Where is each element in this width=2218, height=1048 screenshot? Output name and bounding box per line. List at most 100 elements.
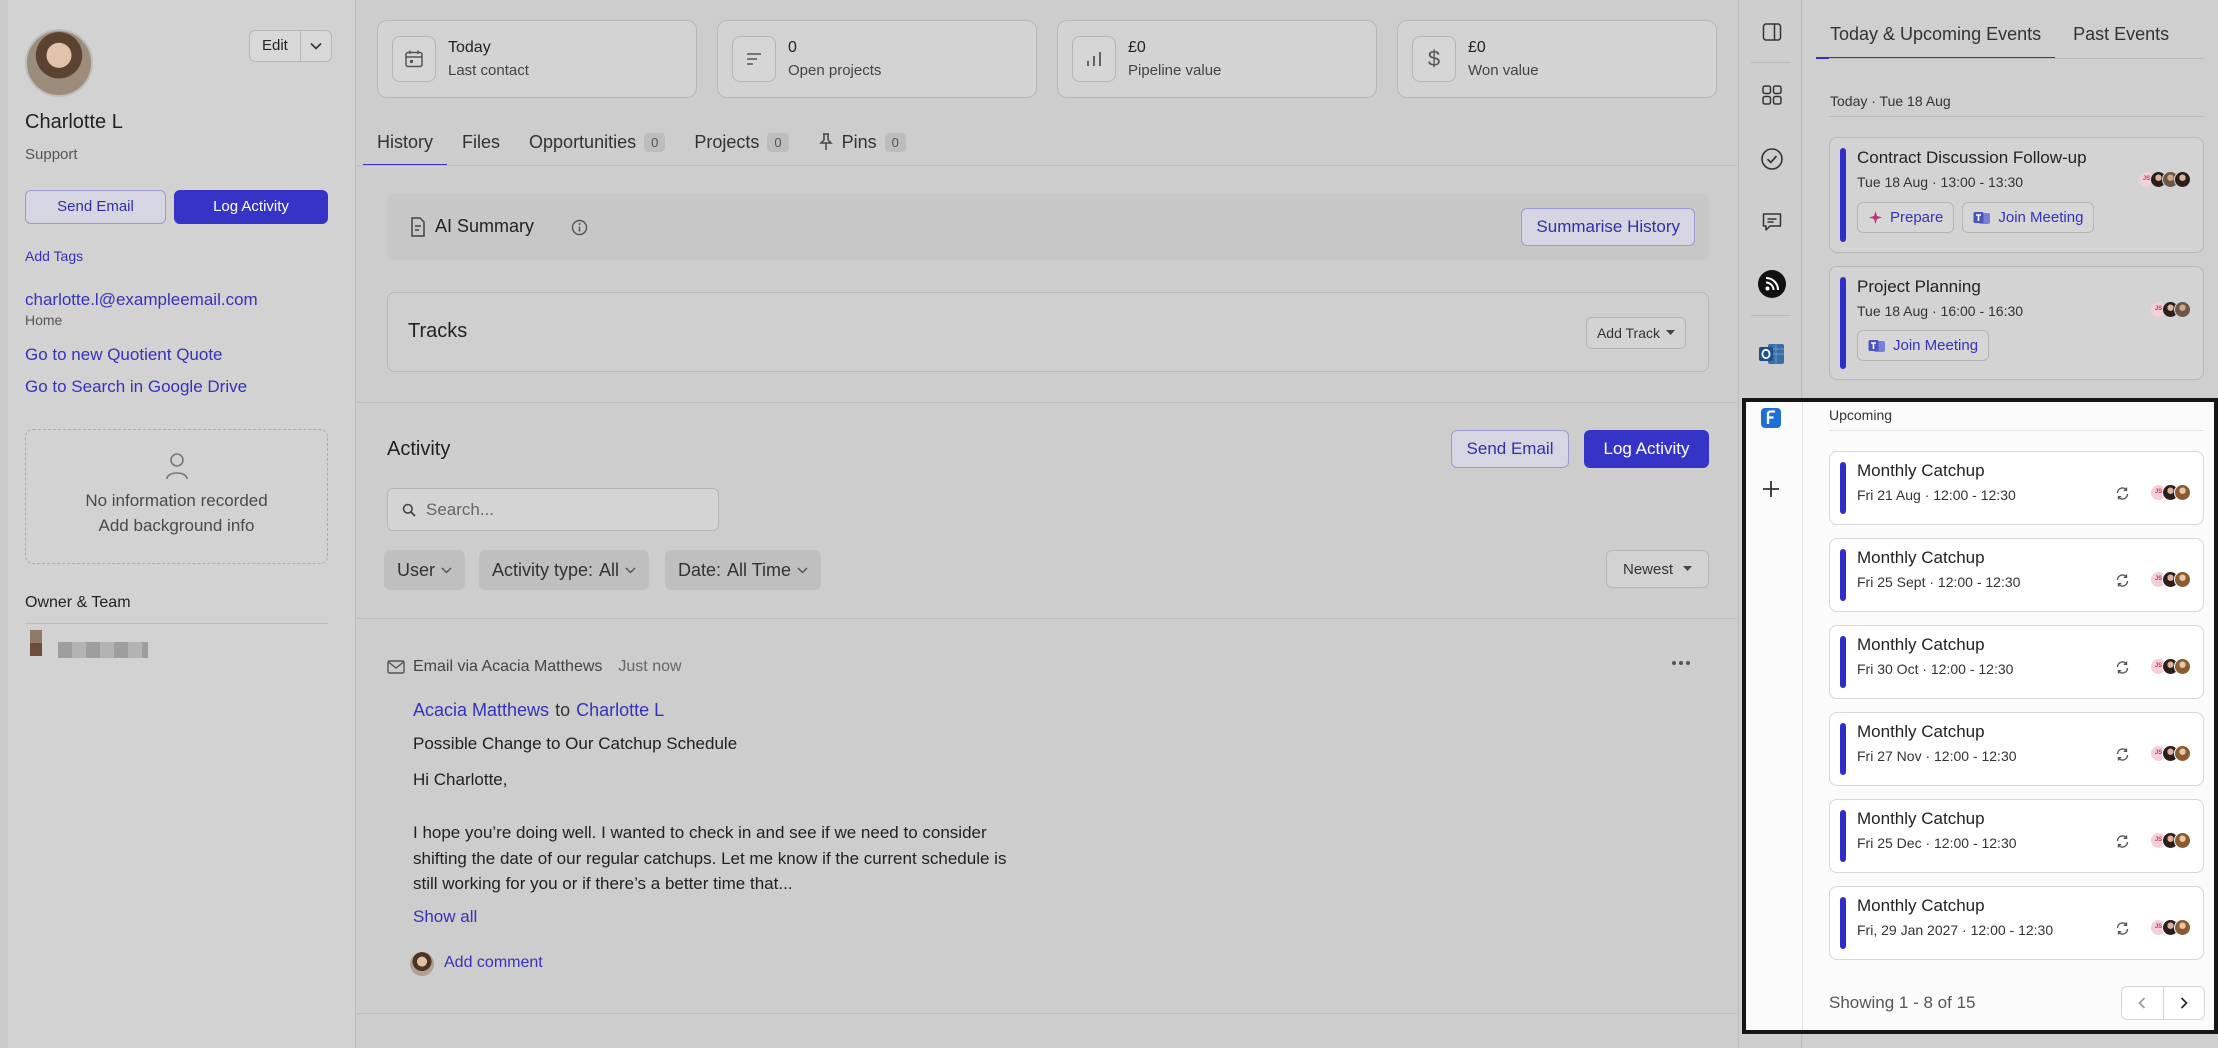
join-meeting-button[interactable]: Join Meeting: [1962, 202, 2095, 233]
sender-link[interactable]: Acacia Matthews: [413, 700, 549, 721]
upcoming-event-card[interactable]: Monthly Catchup Fri 30 Oct · 12:00 - 12:…: [1829, 625, 2204, 699]
date-filter[interactable]: Date: All Time: [665, 550, 822, 590]
divider: [357, 1013, 1737, 1014]
recurring-icon: [2116, 922, 2129, 935]
tab-history[interactable]: History: [362, 118, 448, 166]
apps-button[interactable]: [1758, 81, 1786, 109]
edit-menu-button[interactable]: [301, 31, 331, 61]
contact-email-link[interactable]: charlotte.l@exampleemail.com: [25, 290, 258, 310]
upcoming-event-card[interactable]: Monthly Catchup Fri 25 Sept · 12:00 - 12…: [1829, 538, 2204, 612]
activity-type-filter[interactable]: Activity type: All: [479, 550, 650, 590]
search-input[interactable]: [426, 497, 706, 523]
check-circle-icon: [1761, 148, 1783, 170]
filter-value: All Time: [727, 559, 792, 580]
log-activity-button[interactable]: Log Activity: [174, 190, 328, 224]
tab-projects[interactable]: Projects 0: [694, 118, 789, 166]
stat-value: £0: [1468, 39, 1486, 56]
list-icon: [747, 53, 761, 65]
quotient-quote-link[interactable]: Go to new Quotient Quote: [25, 345, 223, 365]
attendee-avatar: [2174, 171, 2191, 188]
upcoming-event-card[interactable]: Monthly Catchup Fri 27 Nov · 12:00 - 12:…: [1829, 712, 2204, 786]
tab-label: Opportunities: [529, 131, 637, 152]
join-meeting-button[interactable]: Join Meeting: [1857, 330, 1990, 361]
attendee-avatar: [2174, 832, 2191, 849]
tracks-panel: Tracks Add Track: [387, 292, 1709, 372]
tab-past-events[interactable]: Past Events: [2073, 24, 2169, 58]
event-card[interactable]: Contract Discussion Follow-up Tue 18 Aug…: [1829, 137, 2204, 253]
contact-profile-panel: Edit Charlotte L Support Send Email Log …: [8, 0, 356, 1048]
pagination-controls: [2121, 986, 2205, 1020]
next-page-button[interactable]: [2164, 987, 2205, 1019]
event-card[interactable]: Project Planning Tue 18 Aug · 16:00 - 16…: [1829, 266, 2204, 380]
owner-team-heading: Owner & Team: [25, 594, 131, 611]
stat-value: £0: [1128, 39, 1146, 56]
previous-page-button[interactable]: [2122, 987, 2164, 1019]
attendee-avatars: JS: [2150, 301, 2191, 318]
add-comment-link[interactable]: Add comment: [444, 954, 543, 972]
feed-button[interactable]: [1758, 270, 1786, 298]
tab-today-upcoming[interactable]: Today & Upcoming Events: [1815, 24, 2056, 59]
filter-label: Activity type:: [492, 559, 594, 580]
sort-dropdown[interactable]: Newest: [1606, 550, 1709, 588]
to-word: to: [555, 700, 571, 720]
divider: [25, 623, 328, 624]
chat-button[interactable]: [1758, 208, 1786, 236]
add-integration-button[interactable]: [1757, 475, 1785, 503]
event-time: Tue 18 Aug · 16:00 - 16:30: [1857, 303, 2024, 319]
info-icon[interactable]: [571, 219, 588, 236]
bar-chart-icon: [1087, 52, 1101, 66]
event-title: Monthly Catchup: [1857, 809, 1985, 828]
show-all-link[interactable]: Show all: [413, 907, 477, 927]
google-drive-link[interactable]: Go to Search in Google Drive: [25, 377, 247, 397]
prepare-button[interactable]: Prepare: [1857, 202, 1955, 233]
attendee-avatars: JS: [2150, 484, 2191, 501]
stat-card-won-value: $ £0 Won value: [1397, 20, 1717, 98]
event-time: Fri 25 Sept · 12:00 - 12:30: [1857, 574, 2021, 590]
stat-label: Open projects: [788, 62, 882, 79]
tab-files[interactable]: Files: [462, 118, 500, 166]
chevron-down-icon: [797, 566, 808, 574]
upcoming-event-card[interactable]: Monthly Catchup Fri 25 Dec · 12:00 - 12:…: [1829, 799, 2204, 873]
today-date-label: Today · Tue 18 Aug: [1830, 93, 1951, 109]
divider: [1829, 116, 2204, 117]
sidebar-toggle-button[interactable]: [1758, 18, 1786, 46]
contact-avatar[interactable]: [25, 29, 93, 97]
count-badge: 0: [767, 132, 789, 152]
add-tags-link[interactable]: Add Tags: [25, 248, 83, 264]
add-track-button[interactable]: Add Track: [1585, 317, 1686, 349]
upcoming-event-card[interactable]: Monthly Catchup Fri 21 Aug · 12:00 - 12:…: [1829, 451, 2204, 525]
event-time: Tue 18 Aug · 13:00 - 13:30: [1857, 174, 2024, 190]
background-info-box[interactable]: No information recorded Add background i…: [25, 429, 328, 564]
main-content: Today Last contact 0 Open projects £0 Pi…: [357, 0, 1737, 1048]
upcoming-event-card[interactable]: Monthly Catchup Fri, 29 Jan 2027 · 12:00…: [1829, 886, 2204, 960]
user-filter[interactable]: User: [384, 550, 466, 590]
contact-name: Charlotte L: [25, 111, 123, 133]
recipient-link[interactable]: Charlotte L: [576, 700, 664, 721]
attendee-avatar: [2174, 301, 2191, 318]
caret-down-icon: [1666, 330, 1675, 335]
sparkle-icon: [1869, 211, 1882, 224]
freeagent-button[interactable]: [1757, 404, 1785, 432]
tab-label: Projects: [694, 131, 760, 152]
chevron-down-icon: [441, 566, 452, 574]
filter-value: All: [599, 559, 620, 580]
tab-opportunities[interactable]: Opportunities 0: [529, 118, 666, 166]
activity-log-activity-button[interactable]: Log Activity: [1584, 430, 1709, 468]
event-title: Monthly Catchup: [1857, 722, 1985, 741]
event-color-bar: [1840, 148, 1846, 242]
activity-send-email-button[interactable]: Send Email: [1451, 430, 1569, 468]
more-options-button[interactable]: [1671, 660, 1691, 666]
divider: [1829, 430, 2204, 431]
dollar-icon: $: [1412, 36, 1456, 82]
tab-pins[interactable]: Pins 0: [818, 118, 906, 166]
send-email-button[interactable]: Send Email: [25, 190, 166, 224]
recurring-icon: [2116, 748, 2129, 761]
ai-summary-title: AI Summary: [435, 216, 535, 236]
event-time: Fri, 29 Jan 2027 · 12:00 - 12:30: [1857, 922, 2054, 938]
outlook-icon: [1759, 344, 1784, 364]
edit-button[interactable]: Edit: [250, 31, 301, 61]
tasks-button[interactable]: [1758, 145, 1786, 173]
person-icon: [165, 453, 188, 480]
summarise-history-button[interactable]: Summarise History: [1521, 208, 1695, 246]
outlook-button[interactable]: [1758, 340, 1786, 368]
